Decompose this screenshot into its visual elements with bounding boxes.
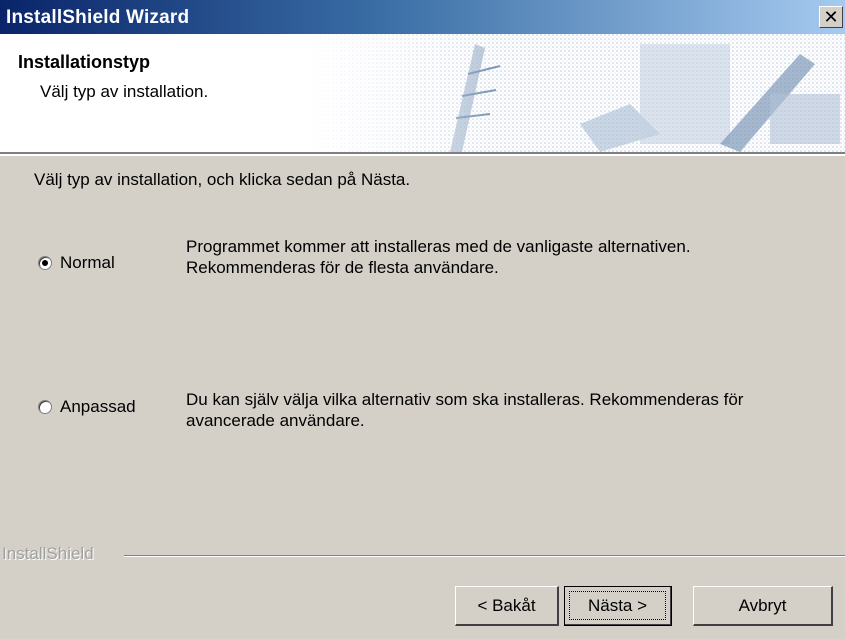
close-icon: ✕ [823,7,839,27]
description-line: Programmet kommer att installeras med de… [186,237,691,256]
close-button[interactable]: ✕ [819,6,843,28]
next-button[interactable]: Nästa > [564,586,672,626]
page-title: Installationstyp [18,52,151,72]
radio-button-normal[interactable] [38,256,52,270]
radio-button-anpassad[interactable] [38,400,52,414]
radio-option-anpassad[interactable]: Anpassad [38,397,136,417]
instruction-text: Välj typ av installation, och klicka sed… [34,170,411,189]
header-decorative-artwork [300,34,845,152]
header-banner: Installationstyp Välj typ av installatio… [0,34,845,152]
installshield-brand-label: InstallShield [2,544,94,563]
back-button[interactable]: < Bakåt [455,586,559,626]
description-line: Rekommenderas för de flesta användare. [186,258,499,277]
radio-label-anpassad[interactable]: Anpassad [60,397,136,417]
installshield-wizard-window: InstallShield Wizard ✕ Installationstyp … [0,0,845,639]
window-title: InstallShield Wizard [6,7,190,28]
page-subtitle: Välj typ av installation. [40,82,209,101]
radio-option-normal[interactable]: Normal [38,253,115,273]
description-line: Du kan själv välja vilka alternativ som … [186,390,744,409]
description-line: avancerade användare. [186,411,365,430]
footer-divider-highlight [124,556,845,557]
cancel-button[interactable]: Avbryt [693,586,833,626]
radio-label-normal[interactable]: Normal [60,253,115,273]
option-description-anpassad: Du kan själv välja vilka alternativ som … [186,389,743,431]
header-separator-highlight [0,154,845,156]
option-description-normal: Programmet kommer att installeras med de… [186,236,691,278]
title-bar[interactable]: InstallShield Wizard ✕ [0,0,845,34]
